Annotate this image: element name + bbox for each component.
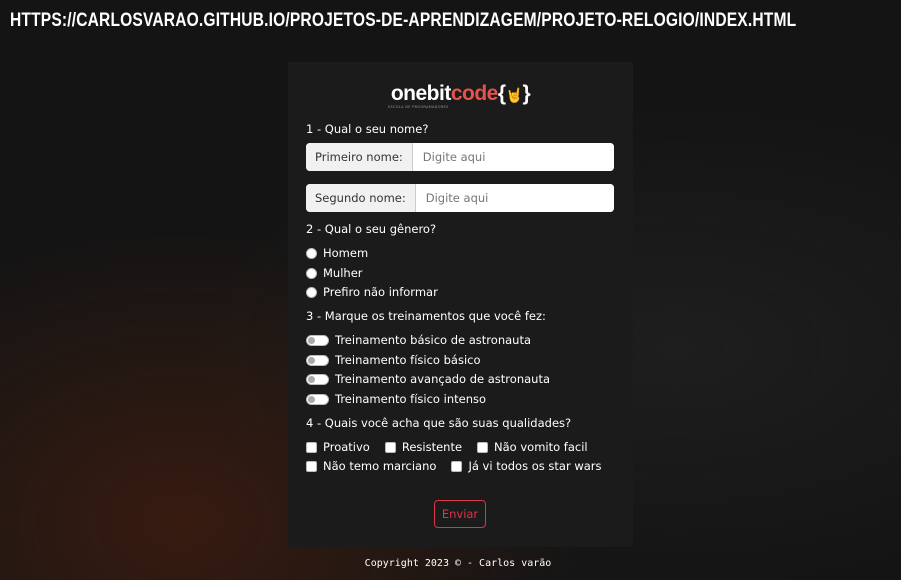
toggle-switch[interactable]	[306, 373, 329, 385]
onebitcode-logo: onebitcode{🤘} ESCOLA DE PROGRAMADORES	[388, 82, 531, 109]
quality-item-nao-vomito[interactable]: Não vomito facil	[477, 440, 588, 454]
toggle-switch[interactable]	[306, 334, 329, 346]
qualities-row-2: Não temo marciano Já vi todos os star wa…	[306, 459, 617, 473]
checkbox[interactable]	[306, 441, 317, 453]
quality-item-resistente[interactable]: Resistente	[384, 440, 462, 454]
toggle-switch[interactable]	[306, 354, 329, 366]
last-name-input[interactable]	[415, 184, 614, 212]
gender-option-homem[interactable]: Homem	[306, 246, 368, 260]
gender-option-mulher[interactable]: Mulher	[306, 266, 363, 280]
question-name: 1 - Qual o seu nome?	[306, 122, 429, 136]
quality-item-star-wars[interactable]: Já vi todos os star wars	[451, 459, 602, 473]
training-item-avancado-astronauta[interactable]: Treinamento avançado de astronauta	[306, 372, 550, 386]
page-url: HTTPS://CARLOSVARAO.GITHUB.IO/PROJETOS-D…	[10, 10, 797, 31]
radio-button[interactable]	[306, 286, 317, 298]
radio-button[interactable]	[306, 267, 317, 279]
quality-item-nao-temo-marciano[interactable]: Não temo marciano	[306, 459, 436, 473]
checkbox[interactable]	[306, 460, 317, 472]
rock-hand-icon: 🤘	[505, 87, 523, 103]
first-name-label: Primeiro nome:	[306, 143, 413, 171]
radio-button[interactable]	[306, 247, 317, 259]
question-gender: 2 - Qual o seu gênero?	[306, 222, 437, 236]
submit-button[interactable]: Enviar	[434, 500, 486, 528]
last-name-group: Segundo nome:	[306, 184, 614, 212]
form-card: onebitcode{🤘} ESCOLA DE PROGRAMADORES 1 …	[288, 62, 633, 547]
qualities-row-1: Proativo Resistente Não vomito facil	[306, 440, 603, 454]
checkbox[interactable]	[477, 441, 489, 453]
training-item-fisico-basico[interactable]: Treinamento físico básico	[306, 353, 481, 367]
training-item-fisico-intenso[interactable]: Treinamento físico intenso	[306, 392, 486, 406]
checkbox[interactable]	[384, 441, 396, 453]
checkbox[interactable]	[451, 460, 463, 472]
first-name-group: Primeiro nome:	[306, 143, 614, 171]
first-name-input[interactable]	[412, 143, 614, 171]
quality-item-proativo[interactable]: Proativo	[306, 440, 370, 454]
last-name-label: Segundo nome:	[306, 184, 416, 212]
footer-copyright: Copyright 2023 © - Carlos varão	[364, 558, 552, 569]
question-trainings: 3 - Marque os treinamentos que você fez:	[306, 309, 546, 323]
gender-option-nao-informar[interactable]: Prefiro não informar	[306, 285, 438, 299]
training-item-basico-astronauta[interactable]: Treinamento básico de astronauta	[306, 333, 531, 347]
question-qualities: 4 - Quais você acha que são suas qualida…	[306, 416, 572, 430]
logo-tagline: ESCOLA DE PROGRAMADORES	[388, 105, 449, 109]
toggle-switch[interactable]	[306, 393, 329, 405]
